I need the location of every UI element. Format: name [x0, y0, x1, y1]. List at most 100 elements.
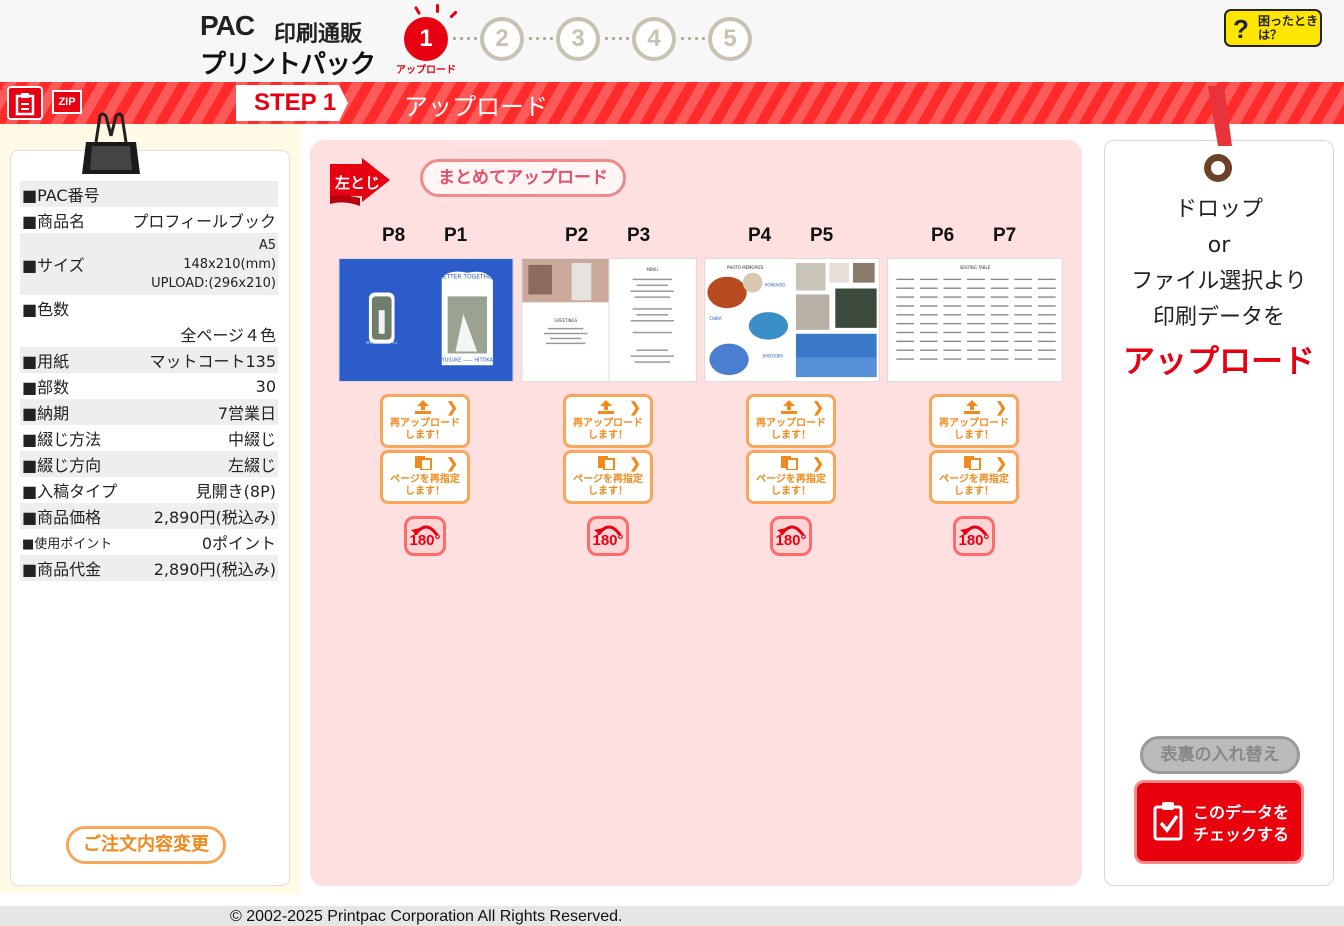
- help-button[interactable]: ? 困ったときは？: [1224, 9, 1322, 47]
- spec-row-size: ■サイズ A5 148x210(mm) UPLOAD:(296x210): [20, 233, 278, 295]
- seating-line: [919, 340, 938, 343]
- spec-row-points: ■使用ポイント 0ポイント: [20, 529, 278, 555]
- printpac-logo[interactable]: PAC 印刷通販 プリントパック: [200, 10, 380, 80]
- drop-emphasis: アップロード: [1122, 342, 1315, 380]
- seating-line: [1037, 340, 1056, 343]
- spec-row-binding-method: ■綴じ方法 中綴じ: [20, 425, 278, 451]
- seating-line: [943, 331, 962, 334]
- page-labels: P6 P7: [887, 222, 1063, 252]
- photo-memories-text: PHOTO MEMORIES: [727, 265, 764, 270]
- step-connector: [679, 37, 707, 40]
- seating-line: [1014, 358, 1033, 360]
- rotate-180-button[interactable]: 180°: [404, 516, 446, 556]
- seating-line: [990, 296, 1009, 298]
- respecify-line: します！: [405, 486, 445, 497]
- rotate-180-button[interactable]: 180°: [953, 516, 995, 556]
- seating-line: [1014, 314, 1033, 316]
- swap-front-back-button[interactable]: 表裏の入れ替え: [1140, 736, 1300, 774]
- reupload-button[interactable]: ❯ 再アップロード します！: [929, 394, 1019, 448]
- spec-row-colors: ■色数: [20, 295, 278, 321]
- respecify-line: ページを再指定: [939, 474, 1009, 485]
- reupload-label: 再アップロード します！: [566, 418, 650, 442]
- spread-thumbnail[interactable]: PHOTO MEMORIES HOKKAIDO CHIBA SHIZUOKA: [704, 258, 880, 382]
- spec-row-product-price: ■商品価格 2,890円(税込み): [20, 503, 278, 529]
- rotate-icon: [411, 525, 439, 535]
- spec-row-submission-type: ■入稿タイプ 見開き(8P): [20, 477, 278, 503]
- step-connector: [451, 37, 479, 40]
- respecify-label: ページを再指定 します！: [566, 474, 650, 498]
- seating-line: [990, 287, 1009, 289]
- seating-line: [919, 314, 938, 316]
- step-indicator-5: 5: [708, 17, 752, 61]
- respecify-label: ページを再指定 します！: [932, 474, 1016, 498]
- clipboard-icon[interactable]: [7, 86, 43, 120]
- seating-line: [919, 305, 938, 307]
- zip-icon[interactable]: ZIP: [52, 90, 82, 114]
- reupload-label: 再アップロード します！: [932, 418, 1016, 442]
- reupload-button[interactable]: ❯ 再アップロード します！: [380, 394, 470, 448]
- reupload-line: 再アップロード: [939, 418, 1009, 429]
- seating-line: [967, 287, 985, 289]
- reupload-button[interactable]: ❯ 再アップロード します！: [746, 394, 836, 448]
- page-swap-icon: [415, 456, 432, 470]
- spec-label: ■商品名: [22, 212, 86, 231]
- size-line: 148x210(mm): [183, 256, 276, 272]
- respecify-page-button[interactable]: ❯ ページを再指定 します！: [746, 450, 836, 504]
- seating-line: [990, 314, 1009, 316]
- spec-row-pac-number: ■PAC番号: [20, 181, 278, 207]
- respecify-page-button[interactable]: ❯ ページを再指定 します！: [929, 450, 1019, 504]
- seating-line: [967, 358, 985, 360]
- change-order-button[interactable]: ご注文内容変更: [66, 826, 226, 864]
- spread-thumbnail[interactable]: GREETINGS MENU: [521, 258, 697, 382]
- seating-line: [1014, 322, 1033, 325]
- spec-value: 中綴じ: [227, 430, 276, 449]
- page-label: P7: [993, 225, 1017, 246]
- reupload-button[interactable]: ❯ 再アップロード します！: [563, 394, 653, 448]
- drop-line: 印刷データを: [1152, 305, 1285, 330]
- seating-line: [896, 278, 914, 281]
- logo-main-text: プリントパック: [200, 50, 376, 80]
- rotate-icon: [960, 525, 988, 535]
- page-label: P1: [444, 225, 468, 246]
- seating-line: [1037, 305, 1056, 307]
- spec-label: ■綴じ方法: [22, 430, 102, 449]
- seating-line: [1037, 358, 1056, 360]
- spread-thumbnail[interactable]: BEST WISHES TO ALL BETTER TOGETHER YUSUK…: [338, 258, 514, 382]
- respecify-line: ページを再指定: [573, 474, 643, 485]
- seating-line: [990, 358, 1009, 360]
- rotate-180-button[interactable]: 180°: [587, 516, 629, 556]
- seating-line: [967, 305, 985, 307]
- bulk-upload-button[interactable]: まとめてアップロード: [420, 159, 626, 197]
- rotate-180-button[interactable]: 180°: [770, 516, 812, 556]
- seating-line: [990, 322, 1009, 325]
- size-line: A5: [258, 237, 276, 253]
- help-label: 困ったときは？: [1258, 14, 1319, 42]
- page-labels: P4 P5: [704, 222, 880, 252]
- chevron-right-icon: ❯: [995, 399, 1007, 415]
- respecify-line: します！: [954, 486, 994, 497]
- place-hokkaido-text: HOKKAIDO: [764, 283, 785, 288]
- spec-label: ■使用ポイント: [22, 536, 113, 552]
- respecify-page-button[interactable]: ❯ ページを再指定 します！: [380, 450, 470, 504]
- check-data-button[interactable]: このデータを チェックする: [1134, 780, 1304, 864]
- seating-line: [967, 278, 985, 281]
- seating-line: [967, 349, 985, 351]
- respecify-page-button[interactable]: ❯ ページを再指定 します！: [563, 450, 653, 504]
- rotate-icon: [594, 525, 622, 535]
- drop-instructions: ドロップ or ファイル選択より 印刷データを: [1104, 192, 1334, 336]
- spec-value: プロフィールブック: [132, 212, 276, 231]
- reupload-line: します！: [771, 430, 811, 441]
- seating-line: [919, 358, 938, 360]
- spec-value: 2,890円(税込み): [153, 508, 276, 527]
- seating-line: [943, 305, 962, 307]
- reupload-line: 再アップロード: [573, 418, 643, 429]
- tag-ribbon-icon: [1204, 86, 1232, 182]
- step-tag: STEP 1: [236, 85, 348, 121]
- drop-line: ドロップ: [1174, 197, 1263, 222]
- drop-line: ファイル選択より: [1131, 269, 1307, 294]
- seating-line: [990, 278, 1009, 281]
- spec-label: ■入稿タイプ: [22, 482, 118, 501]
- check-label: このデータを チェックする: [1193, 802, 1289, 846]
- seating-line: [919, 331, 938, 334]
- spread-thumbnail[interactable]: SEATING TABLE: [887, 258, 1063, 382]
